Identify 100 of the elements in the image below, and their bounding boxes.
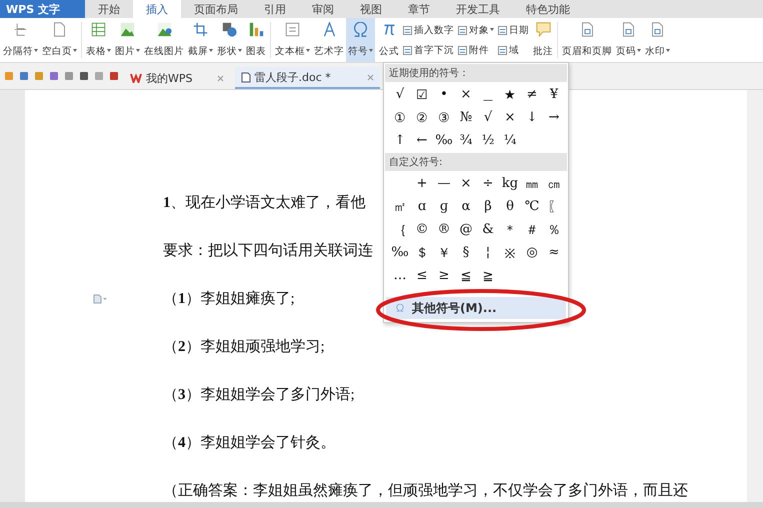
symbol-item[interactable]: ② — [411, 106, 433, 129]
ribbon-button[interactable]: 图片 — [113, 18, 142, 62]
symbol-item[interactable]: ＿ — [477, 83, 499, 106]
symbol-item[interactable]: © — [411, 218, 433, 241]
symbol-item[interactable]: ☑ — [411, 83, 433, 106]
symbol-item[interactable]: ◎ — [521, 241, 543, 264]
symbol-item[interactable]: × — [455, 172, 477, 195]
symbol-item[interactable]: ¦ — [477, 241, 499, 264]
symbol-item[interactable]: √ — [477, 106, 499, 129]
symbol-item[interactable]: ¥ — [543, 83, 565, 106]
symbol-item[interactable]: ≧ — [477, 264, 499, 287]
symbol-item[interactable]: ％ — [543, 218, 565, 241]
symbol-item[interactable]: + — [411, 172, 433, 195]
document-tab[interactable]: 我的WPS — [124, 67, 230, 89]
symbol-item[interactable]: ※ — [499, 241, 521, 264]
symbol-item[interactable]: ③ — [433, 106, 455, 129]
ribbon-button[interactable]: 艺术字 — [312, 18, 346, 62]
horizontal-scrollbar[interactable] — [0, 502, 763, 508]
symbol-item[interactable]: ＄ — [411, 241, 433, 264]
paragraph: （3）李姐姐学会了多门外语; — [163, 386, 355, 404]
symbol-item[interactable]: • — [433, 83, 455, 106]
symbol-item[interactable]: kg — [499, 172, 521, 195]
symbol-item[interactable]: ㎜ — [521, 172, 543, 195]
symbol-item[interactable]: — — [433, 172, 455, 195]
more-symbols-item[interactable]: 其他符号(M)... — [386, 297, 566, 319]
symbol-item[interactable]: ℃ — [521, 195, 543, 218]
symbol-item[interactable]: × — [499, 106, 521, 129]
ribbon-button[interactable]: 页眉和页脚 — [560, 18, 614, 62]
ribbon-button[interactable]: 公式 — [377, 18, 401, 62]
document-tab[interactable]: 雷人段子.doc * — [234, 67, 380, 89]
ribbon-button[interactable]: 插入数字 — [403, 24, 454, 36]
symbol-item[interactable]: ← — [411, 129, 433, 152]
symbol-item[interactable]: ≦ — [455, 264, 477, 287]
ribbon-button[interactable]: 对象 — [458, 24, 494, 36]
symbol-item[interactable]: ㎝ — [543, 172, 565, 195]
ribbon-button[interactable]: 截屏 — [186, 18, 215, 62]
symbol-item[interactable]: … — [389, 264, 411, 287]
symbol-item[interactable]: ＊ — [499, 218, 521, 241]
symbol-item[interactable]: § — [455, 241, 477, 264]
paragraph-handle-icon[interactable] — [92, 294, 108, 304]
ribbon-button[interactable]: 分隔符 — [1, 18, 40, 62]
symbol-item[interactable]: ＃ — [521, 218, 543, 241]
ribbon-button[interactable]: 表格 — [84, 18, 113, 62]
menu-tab[interactable]: 视图 — [347, 0, 395, 18]
symbol-item[interactable]: ‰ — [389, 241, 411, 264]
document-icon — [240, 72, 250, 82]
ribbon-button[interactable]: 首字下沉 — [403, 44, 454, 56]
symbol-item[interactable]: ɡ — [433, 195, 455, 218]
omega-icon — [396, 304, 404, 312]
symbol-item[interactable]: ↑ — [389, 129, 411, 152]
symbol-item[interactable]: ｛ — [389, 218, 411, 241]
app-menu-button[interactable]: WPS 文字 — [0, 0, 85, 18]
symbol-item[interactable]: β — [477, 195, 499, 218]
symbol-item[interactable]: ↓ — [521, 106, 543, 129]
symbol-item[interactable]: ≠ — [521, 83, 543, 106]
ribbon-button[interactable]: 图表 — [244, 18, 268, 62]
symbol-item[interactable]: ㎡ — [389, 195, 411, 218]
symbol-item[interactable]: ½ — [477, 129, 499, 152]
symbol-item[interactable]: ≤ — [411, 264, 433, 287]
symbol-item[interactable]: → — [543, 106, 565, 129]
ribbon-button[interactable]: 空白页 — [40, 18, 79, 62]
symbol-item[interactable]: ÷ — [477, 172, 499, 195]
ribbon-button[interactable]: 附件 — [458, 44, 494, 56]
menu-tab[interactable]: 审阅 — [299, 0, 347, 18]
symbol-item[interactable]: ≈ — [543, 241, 565, 264]
symbol-item[interactable]: ￥ — [433, 241, 455, 264]
symbol-item[interactable]: ★ — [499, 83, 521, 106]
menu-tab[interactable]: 特色功能 — [513, 0, 583, 18]
menu-tab[interactable]: 开始 — [85, 0, 133, 18]
symbol-item[interactable]: ① — [389, 106, 411, 129]
symbol-item[interactable]: № — [455, 106, 477, 129]
symbol-item[interactable]: @ — [455, 218, 477, 241]
ribbon-button[interactable]: 域 — [498, 44, 529, 56]
ribbon-button[interactable]: 文本框 — [273, 18, 312, 62]
ribbon-button[interactable]: 水印 — [643, 18, 672, 62]
ribbon-button[interactable]: 在线图片 — [142, 18, 186, 62]
symbol-item[interactable]: & — [477, 218, 499, 241]
symbol-item[interactable]: ¾ — [455, 129, 477, 152]
ribbon-button[interactable]: 批注 — [531, 18, 555, 62]
ribbon-button[interactable]: 日期 — [498, 24, 529, 36]
symbol-item[interactable]: × — [455, 83, 477, 106]
menu-tab[interactable]: 引用 — [251, 0, 299, 18]
symbol-item[interactable]: α — [455, 195, 477, 218]
menu-tab[interactable]: 页面布局 — [181, 0, 251, 18]
vertical-scrollbar[interactable] — [747, 90, 763, 502]
symbol-item[interactable]: ɑ — [411, 195, 433, 218]
ribbon-button[interactable]: 形状 — [215, 18, 244, 62]
symbol-item[interactable]: ‰ — [433, 129, 455, 152]
menu-tab[interactable]: 开发工具 — [443, 0, 513, 18]
symbol-item[interactable]: θ — [499, 195, 521, 218]
symbol-item[interactable]: √ — [389, 83, 411, 106]
ribbon-button[interactable]: 符号 — [346, 18, 375, 62]
symbol-item[interactable]: ¼ — [499, 129, 521, 152]
symbol-item[interactable]: 〖 — [543, 195, 565, 218]
symbol-item[interactable]: ® — [433, 218, 455, 241]
menu-tab[interactable]: 插入 — [133, 0, 181, 18]
ribbon-button[interactable]: 页码 — [614, 18, 643, 62]
symbol-item[interactable]: ≥ — [433, 264, 455, 287]
menu-tab[interactable]: 章节 — [395, 0, 443, 18]
blank-page-icon — [52, 22, 67, 37]
